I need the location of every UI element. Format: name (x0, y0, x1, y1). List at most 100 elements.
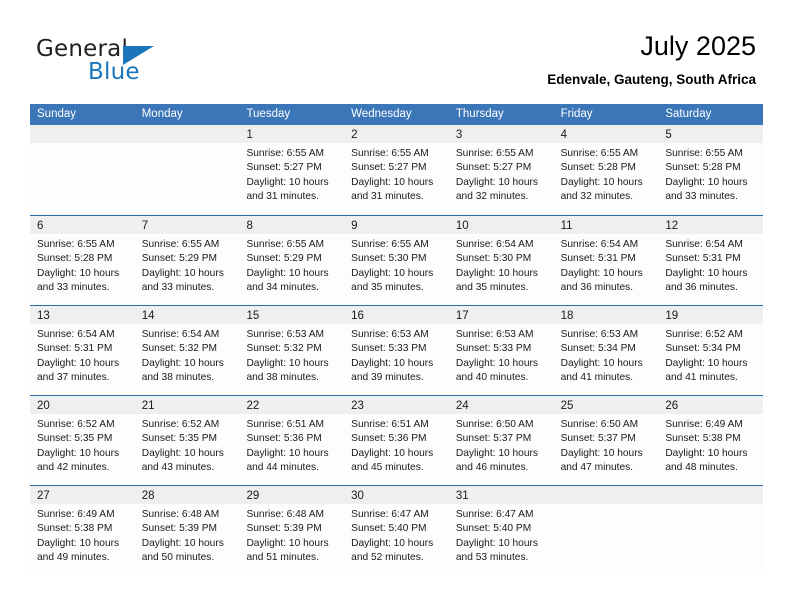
day-detail-line: Daylight: 10 hours (37, 447, 120, 459)
day-detail-line: Sunset: 5:29 PM (141, 253, 218, 265)
day-number-band: 12 (658, 216, 764, 234)
day-detail-line: Sunrise: 6:55 AM (560, 148, 639, 159)
day-detail-line: Sunset: 5:31 PM (560, 253, 636, 265)
day-detail-line: Sunset: 5:32 PM (246, 343, 322, 355)
day-detail-line: Sunset: 5:35 PM (141, 433, 218, 445)
day-cell-29[interactable]: 29 Sunrise: 6:48 AM Sunset: 5:39 PM Dayligh… (239, 486, 345, 575)
day-number-band (30, 125, 135, 143)
day-cell-6[interactable]: 6 Sunrise: 6:55 AM Sunset: 5:28 PM Daylight… (30, 216, 135, 305)
day-number-band: 30 (344, 486, 449, 504)
day-cell-22[interactable]: 22 Sunrise: 6:51 AM Sunset: 5:36 PM Dayligh… (239, 396, 345, 485)
day-number: 14 (141, 310, 155, 322)
day-detail-line: Daylight: 10 hours (560, 447, 643, 459)
day-detail-line: and 48 minutes. (665, 461, 738, 473)
day-cell-14[interactable]: 14 Sunrise: 6:54 AM Sunset: 5:32 PM Dayligh… (134, 306, 240, 395)
day-number-band: 5 (658, 125, 764, 143)
weekday-header-row: Sunday Monday Tuesday Wednesday Thursday Frid… (30, 104, 763, 125)
day-cell-3[interactable]: 3 Sunrise: 6:55 AM Sunset: 5:27 PM Daylight… (448, 125, 554, 215)
day-cell-11[interactable]: 11 Sunrise: 6:54 AM Sunset: 5:31 PM Dayligh… (553, 216, 659, 305)
weekday-header-thursday: Thursday (455, 108, 504, 120)
day-detail-line: Daylight: 10 hours (560, 267, 643, 279)
day-detail-line: and 44 minutes. (246, 461, 319, 473)
day-number: 11 (560, 220, 573, 232)
day-number-band (134, 125, 240, 143)
day-detail-line: Sunset: 5:40 PM (351, 523, 427, 535)
day-details: Sunrise: 6:53 AM Sunset: 5:33 PM Daylight:… (344, 324, 449, 385)
day-cell-24[interactable]: 24 Sunrise: 6:50 AM Sunset: 5:37 PM Dayligh… (448, 396, 554, 485)
day-number: 1 (246, 129, 253, 141)
day-cell-27[interactable]: 27 Sunrise: 6:49 AM Sunset: 5:38 PM Dayligh… (30, 486, 135, 575)
day-cell-17[interactable]: 17 Sunrise: 6:53 AM Sunset: 5:33 PM Dayligh… (448, 306, 554, 395)
day-detail-line: Sunset: 5:28 PM (560, 162, 636, 174)
weekday-header-tuesday: Tuesday (246, 108, 291, 120)
day-detail-line: and 34 minutes. (246, 281, 319, 293)
day-detail-line: and 38 minutes. (246, 371, 319, 383)
day-detail-line: and 51 minutes. (246, 551, 319, 563)
day-detail-line: Daylight: 10 hours (246, 176, 329, 188)
day-number-band: 3 (448, 125, 554, 143)
day-detail-line: and 45 minutes. (351, 461, 424, 473)
day-detail-line: Sunset: 5:30 PM (351, 253, 427, 265)
day-cell-26[interactable]: 26 Sunrise: 6:49 AM Sunset: 5:38 PM Dayligh… (658, 396, 764, 485)
day-number: 23 (351, 400, 364, 412)
day-detail-line: and 41 minutes. (560, 371, 634, 383)
general-blue-logo[interactable]: General Blue (36, 36, 236, 86)
day-cell-23[interactable]: 23 Sunrise: 6:51 AM Sunset: 5:36 PM Dayligh… (344, 396, 449, 485)
day-cell-19[interactable]: 19 Sunrise: 6:52 AM Sunset: 5:34 PM Dayligh… (658, 306, 764, 395)
day-cell-5[interactable]: 5 Sunrise: 6:55 AM Sunset: 5:28 PM Daylight… (658, 125, 764, 215)
day-cell-1[interactable]: 1 Sunrise: 6:55 AM Sunset: 5:27 PM Daylight… (239, 125, 345, 215)
day-cell-18[interactable]: 18 Sunrise: 6:53 AM Sunset: 5:34 PM Dayligh… (553, 306, 659, 395)
day-number-band: 23 (344, 396, 449, 414)
day-detail-line: Sunrise: 6:55 AM (455, 148, 534, 159)
day-cell-7[interactable]: 7 Sunrise: 6:55 AM Sunset: 5:29 PM Daylight… (134, 216, 240, 305)
day-detail-line: Daylight: 10 hours (246, 447, 329, 459)
day-cell-4[interactable]: 4 Sunrise: 6:55 AM Sunset: 5:28 PM Daylight… (553, 125, 659, 215)
day-detail-line: Sunset: 5:39 PM (141, 523, 218, 535)
day-cell-8[interactable]: 8 Sunrise: 6:55 AM Sunset: 5:29 PM Daylight… (239, 216, 345, 305)
day-detail-line: Sunset: 5:27 PM (246, 162, 322, 174)
day-detail-line: Sunrise: 6:53 AM (351, 329, 429, 340)
day-cell-9[interactable]: 9 Sunrise: 6:55 AM Sunset: 5:30 PM Daylight… (344, 216, 449, 305)
day-detail-line: and 31 minutes. (351, 190, 424, 202)
day-number-band: 20 (30, 396, 135, 414)
weekday-header-friday: Friday (560, 108, 593, 120)
day-cell-empty (658, 486, 764, 575)
day-cell-20[interactable]: 20 Sunrise: 6:52 AM Sunset: 5:35 PM Dayligh… (30, 396, 135, 485)
day-detail-line: Daylight: 10 hours (141, 447, 224, 459)
day-number-band: 7 (134, 216, 240, 234)
day-cell-21[interactable]: 21 Sunrise: 6:52 AM Sunset: 5:35 PM Dayligh… (134, 396, 240, 485)
day-cell-10[interactable]: 10 Sunrise: 6:54 AM Sunset: 5:30 PM Dayligh… (448, 216, 554, 305)
day-cell-28[interactable]: 28 Sunrise: 6:48 AM Sunset: 5:39 PM Dayligh… (134, 486, 240, 575)
weekday-header-wednesday: Wednesday (351, 108, 412, 120)
day-cell-16[interactable]: 16 Sunrise: 6:53 AM Sunset: 5:33 PM Dayligh… (344, 306, 449, 395)
day-detail-line: Sunrise: 6:55 AM (351, 239, 429, 250)
day-detail-line: Daylight: 10 hours (455, 267, 538, 279)
day-detail-line: Sunrise: 6:53 AM (246, 329, 325, 340)
day-detail-line: Sunset: 5:39 PM (246, 523, 322, 535)
day-number-band: 19 (658, 306, 764, 324)
day-cell-15[interactable]: 15 Sunrise: 6:53 AM Sunset: 5:32 PM Dayligh… (239, 306, 345, 395)
day-number: 27 (37, 490, 50, 502)
day-cell-2[interactable]: 2 Sunrise: 6:55 AM Sunset: 5:27 PM Daylight… (344, 125, 449, 215)
day-detail-line: Daylight: 10 hours (351, 357, 434, 369)
day-detail-line: and 43 minutes. (141, 461, 215, 473)
day-cell-31[interactable]: 31 Sunrise: 6:47 AM Sunset: 5:40 PM Dayligh… (448, 486, 554, 575)
day-number: 22 (246, 400, 260, 412)
day-number-band: 4 (553, 125, 659, 143)
day-cell-13[interactable]: 13 Sunrise: 6:54 AM Sunset: 5:31 PM Dayligh… (30, 306, 135, 395)
day-detail-line: Sunrise: 6:54 AM (665, 239, 743, 250)
day-details: Sunrise: 6:54 AM Sunset: 5:32 PM Daylight:… (135, 324, 240, 385)
day-number: 20 (37, 400, 50, 412)
day-detail-line: Daylight: 10 hours (246, 357, 329, 369)
day-detail-line: Daylight: 10 hours (246, 537, 329, 549)
week-row: 13 Sunrise: 6:54 AM Sunset: 5:31 PM Dayligh… (30, 305, 764, 395)
day-detail-line: Sunset: 5:33 PM (351, 343, 427, 355)
day-cell-30[interactable]: 30 Sunrise: 6:47 AM Sunset: 5:40 PM Dayligh… (344, 486, 449, 575)
day-cell-12[interactable]: 12 Sunrise: 6:54 AM Sunset: 5:31 PM Dayligh… (658, 216, 764, 305)
day-number: 7 (141, 220, 149, 232)
day-details: Sunrise: 6:55 AM Sunset: 5:29 PM Daylight:… (239, 234, 344, 295)
day-detail-line: Daylight: 10 hours (351, 267, 434, 279)
calendar-page: General Blue July 2025 Edenvale, Gauteng… (0, 0, 792, 612)
day-cell-25[interactable]: 25 Sunrise: 6:50 AM Sunset: 5:37 PM Dayligh… (553, 396, 659, 485)
day-number-band: 2 (344, 125, 449, 143)
